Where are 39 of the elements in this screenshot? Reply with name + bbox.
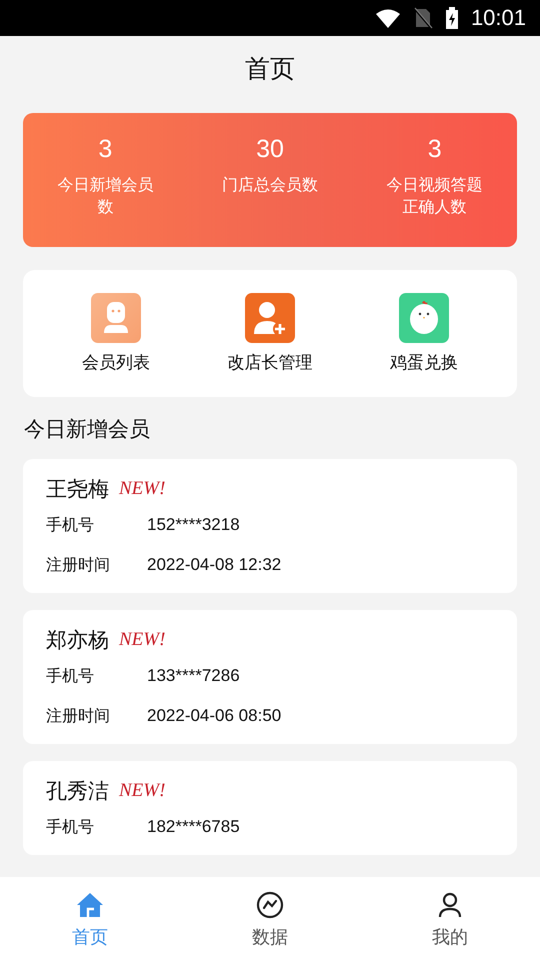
wifi-icon [374,8,401,28]
member-name: 孔秀洁 [46,778,109,805]
status-time: 10:01 [470,5,526,31]
field-label: 手机号 [46,514,95,536]
stat-label: 门店总会员数 [222,174,318,196]
person-icon [90,293,141,343]
field-label: 注册时间 [46,554,111,576]
stat-value: 3 [98,135,112,164]
chart-icon [256,891,284,919]
stat-label: 今日视频答题正确人数 [386,174,483,218]
shortcut-button[interactable]: 鸡蛋兑换 [390,293,458,374]
chicken-icon [399,293,450,343]
battery-charging-icon [444,7,459,29]
field-label: 手机号 [46,666,95,686]
page-title: 首页 [245,52,295,84]
nav-tab[interactable]: 我的 [360,877,540,960]
no-sim-icon [412,7,433,29]
new-label: NEW! [119,780,166,802]
stat-value: 3 [428,135,442,164]
field-label: 手机号 [46,816,95,838]
section-title: 今日新增会员 [24,416,151,443]
field-value: 152****3218 [147,515,240,535]
member-name: 王尧梅 [46,476,109,503]
home-icon [76,891,104,919]
new-label: NEW! [119,478,166,500]
field-value: 2022-04-06 08:50 [147,706,282,726]
field-label: 注册时间 [46,706,111,726]
field-value: 2022-04-08 12:32 [147,555,282,575]
field-value: 182****6785 [147,817,240,837]
new-label: NEW! [119,629,166,651]
member-name: 郑亦杨 [46,627,109,654]
stat-value: 30 [256,135,284,164]
nav-tab[interactable]: 数据 [180,877,360,960]
person-icon [436,891,464,919]
shortcut-button[interactable]: 改店长管理 [227,293,312,374]
person-add-icon [244,293,295,343]
shortcut-button[interactable]: 会员列表 [82,293,150,374]
field-value: 133****7286 [147,666,240,686]
stat-label: 今日新增会员数 [57,174,154,218]
